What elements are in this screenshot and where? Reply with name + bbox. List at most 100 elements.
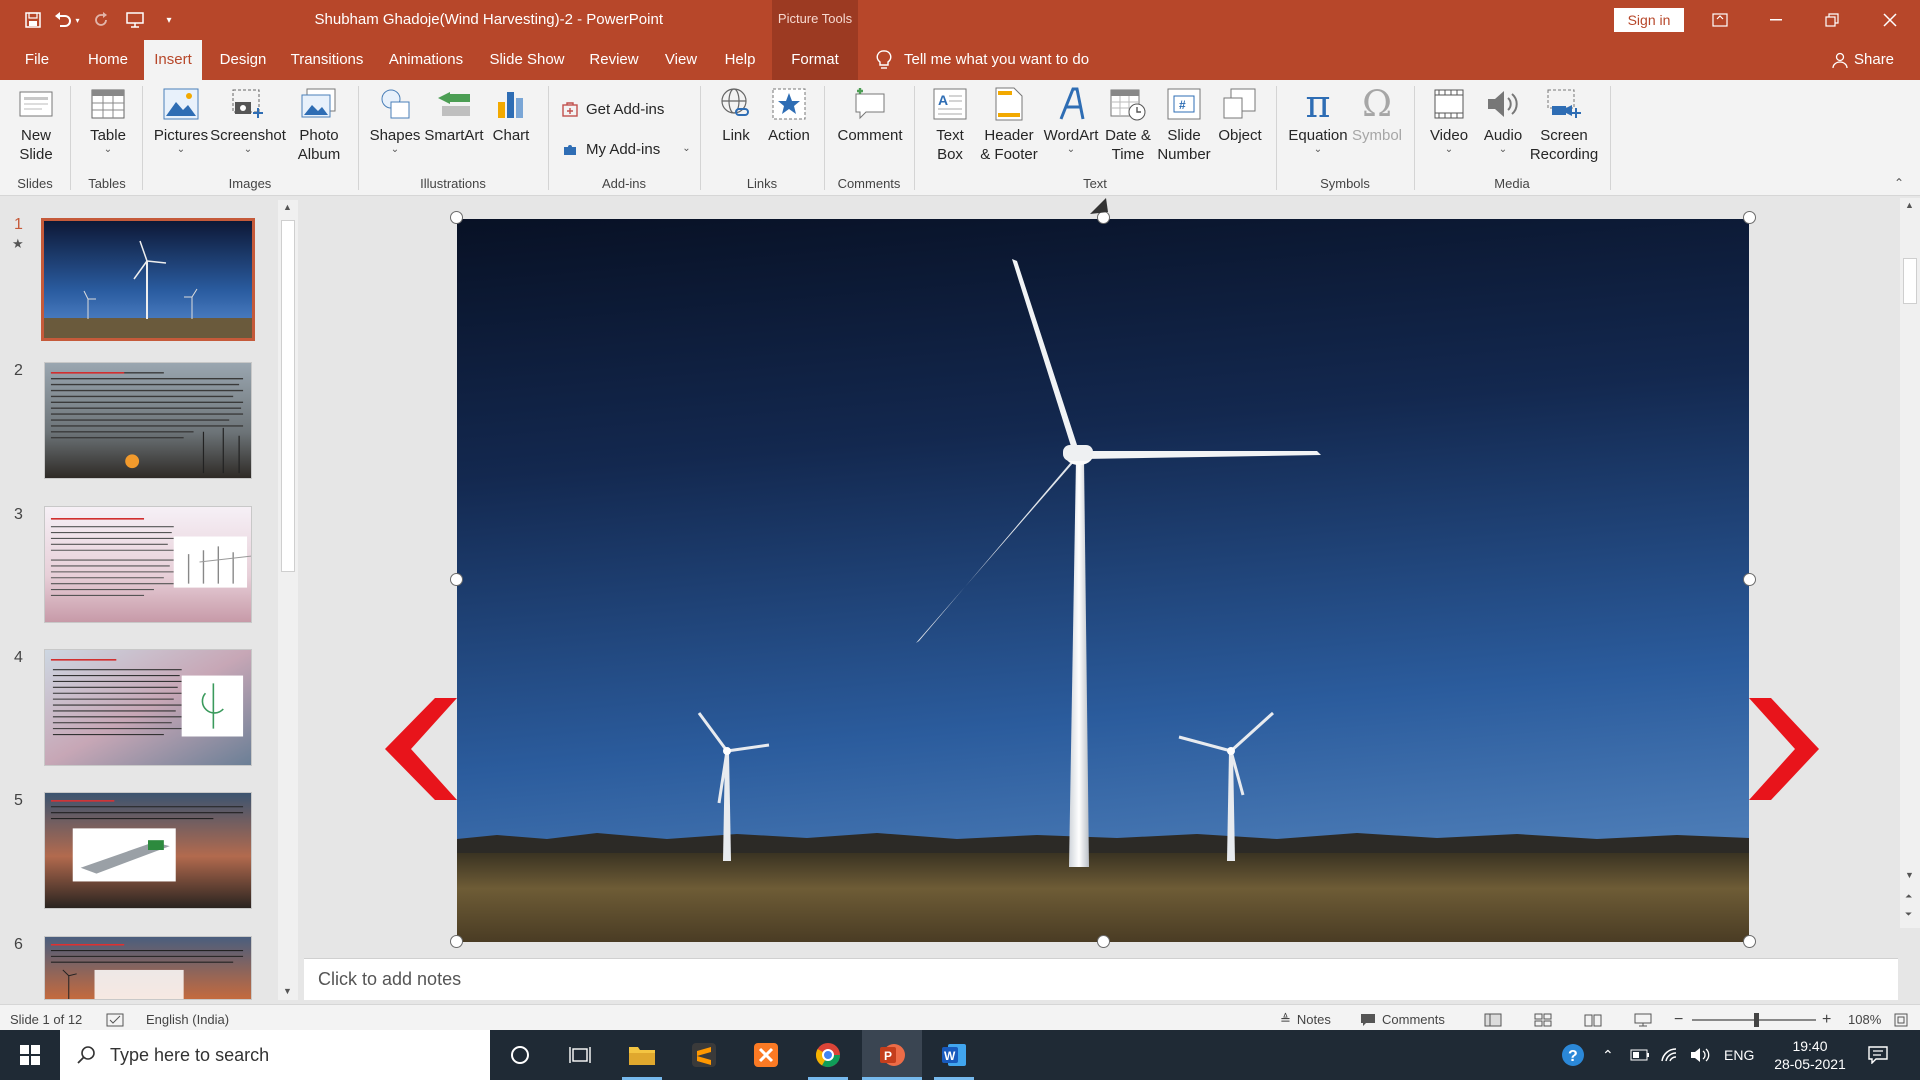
share-button[interactable]: Share bbox=[1832, 40, 1894, 80]
wordart-button[interactable]: WordArt ⌄ bbox=[1044, 86, 1098, 155]
smartart-button[interactable]: SmartArt bbox=[422, 86, 486, 145]
slide-thumbnail-4[interactable] bbox=[44, 649, 252, 766]
xampp-icon[interactable] bbox=[746, 1035, 786, 1075]
tab-insert[interactable]: Insert bbox=[144, 40, 202, 81]
rotate-handle-icon[interactable] bbox=[1088, 196, 1110, 216]
next-slide-icon[interactable]: ⏷ bbox=[1905, 910, 1912, 919]
group-comments: Comments bbox=[837, 176, 901, 191]
pictures-button[interactable]: Pictures ⌄ bbox=[152, 86, 210, 155]
tab-slide-show[interactable]: Slide Show bbox=[482, 40, 572, 80]
header-footer-button[interactable]: Header & Footer bbox=[974, 86, 1044, 164]
slide-thumbnail-1[interactable] bbox=[41, 218, 255, 341]
slide-thumbnail-6[interactable] bbox=[44, 936, 252, 1000]
resize-handle-bottom-left[interactable] bbox=[450, 935, 463, 948]
tab-file[interactable]: File bbox=[14, 40, 60, 80]
photo-album-button[interactable]: Photo Album bbox=[288, 86, 350, 164]
resize-handle-bottom-right[interactable] bbox=[1743, 935, 1756, 948]
get-add-ins-button[interactable]: Get Add-ins bbox=[562, 96, 664, 122]
person-icon bbox=[1832, 52, 1848, 68]
tell-me-search[interactable]: Tell me what you want to do bbox=[876, 40, 1089, 80]
minimize-icon[interactable] bbox=[1752, 0, 1800, 40]
chart-button[interactable]: Chart bbox=[490, 86, 532, 145]
resize-handle-top-right[interactable] bbox=[1743, 211, 1756, 224]
input-language[interactable]: ENG bbox=[1724, 1030, 1754, 1080]
comment-button[interactable]: Comment bbox=[834, 86, 906, 145]
chart-icon bbox=[493, 86, 529, 122]
my-add-ins-button[interactable]: My Add-ins ⌄ bbox=[562, 136, 691, 162]
store-icon bbox=[562, 102, 578, 117]
sign-in-button[interactable]: Sign in bbox=[1614, 8, 1684, 32]
group-links: Links bbox=[746, 176, 778, 191]
scrollbar-thumb[interactable] bbox=[281, 220, 295, 572]
action-center-icon[interactable] bbox=[1868, 1030, 1888, 1080]
link-label: Link bbox=[722, 127, 750, 144]
windows-start-icon[interactable] bbox=[10, 1035, 50, 1075]
tab-animations[interactable]: Animations bbox=[380, 40, 472, 80]
chrome-icon[interactable] bbox=[808, 1035, 848, 1075]
speaker-icon bbox=[1485, 86, 1521, 122]
sublime-text-icon[interactable] bbox=[684, 1035, 724, 1075]
resize-handle-bottom[interactable] bbox=[1097, 935, 1110, 948]
action-button[interactable]: Action bbox=[764, 86, 814, 145]
object-button[interactable]: Object bbox=[1214, 86, 1266, 145]
close-icon[interactable] bbox=[1866, 0, 1914, 40]
audio-button[interactable]: Audio ⌄ bbox=[1478, 86, 1528, 155]
link-icon bbox=[718, 86, 754, 122]
thumbnail-scrollbar[interactable]: ▲ ▼ bbox=[278, 200, 298, 1000]
clock-time: 19:40 bbox=[1792, 1038, 1828, 1054]
slide-thumbnail-5[interactable] bbox=[44, 792, 252, 909]
scroll-up-icon[interactable]: ▲ bbox=[1905, 200, 1914, 210]
slide-scrollbar[interactable]: ▲ ▼ ⏶ ⏷ bbox=[1900, 198, 1920, 928]
help-icon[interactable]: ? bbox=[1560, 1030, 1586, 1080]
tab-transitions[interactable]: Transitions bbox=[284, 40, 370, 80]
collapse-ribbon-icon[interactable]: ⌃ bbox=[1894, 176, 1904, 190]
clock[interactable]: 19:40 28-05-2021 bbox=[1770, 1030, 1850, 1080]
scroll-down-icon[interactable]: ▼ bbox=[283, 986, 292, 996]
taskbar-search-input[interactable]: Type here to search bbox=[60, 1030, 490, 1080]
new-slide-button[interactable]: New Slide bbox=[8, 86, 64, 164]
word-icon[interactable]: W bbox=[934, 1035, 974, 1075]
screen-recording-button[interactable]: Screen Recording bbox=[1528, 86, 1600, 164]
scrollbar-thumb[interactable] bbox=[1903, 258, 1917, 304]
video-button[interactable]: Video ⌄ bbox=[1424, 86, 1474, 155]
tab-design[interactable]: Design bbox=[210, 40, 276, 80]
cortana-icon[interactable] bbox=[500, 1035, 540, 1075]
resize-handle-right[interactable] bbox=[1743, 573, 1756, 586]
slide-number: 6 bbox=[14, 936, 23, 953]
notes-pane[interactable]: Click to add notes bbox=[304, 958, 1898, 1000]
table-button[interactable]: Table ⌄ bbox=[80, 86, 136, 155]
date-time-label-1: Date & bbox=[1105, 127, 1151, 144]
symbol-button[interactable]: Ω Symbol bbox=[1350, 86, 1404, 145]
wind-turbine-picture[interactable] bbox=[457, 219, 1749, 942]
link-button[interactable]: Link bbox=[714, 86, 758, 145]
tab-help[interactable]: Help bbox=[716, 40, 764, 80]
zoom-slider-thumb[interactable] bbox=[1754, 1013, 1759, 1027]
screenshot-button[interactable]: Screenshot ⌄ bbox=[210, 86, 286, 155]
ribbon-display-options-icon[interactable] bbox=[1696, 0, 1744, 40]
previous-slide-icon[interactable]: ⏶ bbox=[1905, 892, 1912, 901]
resize-handle-left[interactable] bbox=[450, 573, 463, 586]
scroll-up-icon[interactable]: ▲ bbox=[283, 202, 292, 212]
tab-format[interactable]: Format bbox=[772, 40, 858, 80]
powerpoint-icon[interactable]: P bbox=[872, 1035, 912, 1075]
slide-thumbnail-3[interactable] bbox=[44, 506, 252, 623]
text-box-button[interactable]: A Text Box bbox=[924, 86, 976, 164]
show-hidden-icons-icon[interactable]: ⌃ bbox=[1602, 1030, 1614, 1080]
date-time-button[interactable]: Date & Time bbox=[1102, 86, 1154, 164]
slide-thumbnail-2[interactable] bbox=[44, 362, 252, 479]
battery-icon[interactable] bbox=[1630, 1030, 1650, 1080]
tab-review[interactable]: Review bbox=[582, 40, 646, 80]
slide-number-button[interactable]: # Slide Number bbox=[1156, 86, 1212, 164]
volume-icon[interactable] bbox=[1690, 1030, 1712, 1080]
equation-button[interactable]: π Equation ⌄ bbox=[1284, 85, 1352, 155]
tab-view[interactable]: View bbox=[656, 40, 706, 80]
shapes-button[interactable]: Shapes ⌄ bbox=[366, 86, 424, 155]
resize-handle-top-left[interactable] bbox=[450, 211, 463, 224]
restore-icon[interactable] bbox=[1808, 0, 1856, 40]
wifi-icon[interactable] bbox=[1660, 1030, 1680, 1080]
file-explorer-icon[interactable] bbox=[622, 1035, 662, 1075]
task-view-icon[interactable] bbox=[560, 1035, 600, 1075]
scroll-down-icon[interactable]: ▼ bbox=[1905, 870, 1914, 880]
tab-home[interactable]: Home bbox=[78, 40, 138, 80]
action-label: Action bbox=[768, 127, 810, 144]
